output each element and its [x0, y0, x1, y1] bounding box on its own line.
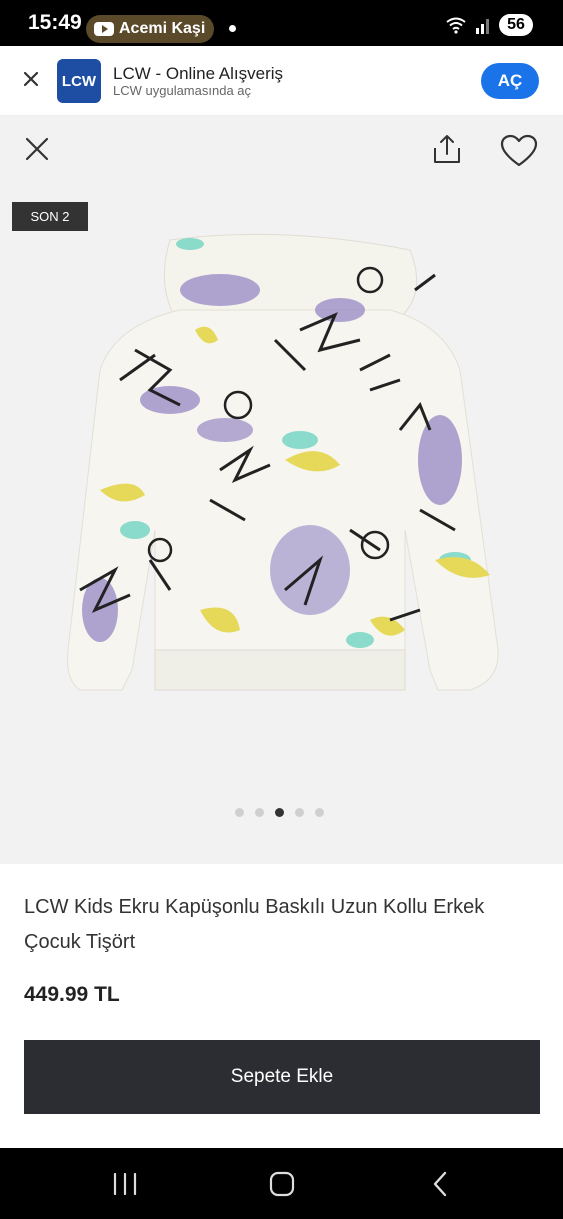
- notification-dot-icon: [229, 25, 236, 32]
- product-photo: [67, 233, 499, 691]
- youtube-icon: [94, 22, 114, 36]
- pagination-dot[interactable]: [295, 808, 304, 817]
- app-title: LCW - Online Alışveriş: [113, 64, 284, 83]
- gallery-pagination: [235, 808, 324, 817]
- pagination-dot[interactable]: [255, 808, 264, 817]
- add-to-cart-button[interactable]: Sepete Ekle: [24, 1040, 540, 1114]
- pagination-dot[interactable]: [315, 808, 324, 817]
- system-nav-bar: [0, 1148, 563, 1219]
- status-time: 15:49: [28, 11, 82, 34]
- close-icon[interactable]: [20, 68, 42, 90]
- recents-icon[interactable]: [105, 1168, 145, 1200]
- heart-icon[interactable]: [500, 134, 538, 168]
- app-subtitle: LCW uygulamasında aç: [113, 83, 252, 98]
- pagination-dot[interactable]: [235, 808, 244, 817]
- home-icon[interactable]: [262, 1168, 302, 1200]
- pagination-dot-active[interactable]: [275, 808, 284, 817]
- close-icon[interactable]: [24, 136, 50, 162]
- app-logo: LCW: [57, 59, 101, 103]
- product-title: LCW Kids Ekru Kapüşonlu Baskılı Uzun Kol…: [24, 896, 485, 953]
- back-icon[interactable]: [420, 1168, 460, 1200]
- app-open-banner: LCW LCW - Online Alışveriş LCW uygulamas…: [0, 46, 563, 116]
- share-icon[interactable]: [430, 132, 464, 166]
- media-notification-pill[interactable]: Acemi Kaşi: [86, 15, 214, 43]
- status-bar: 15:49 Acemi Kaşi 56: [0, 0, 563, 46]
- open-app-button[interactable]: AÇ: [481, 63, 539, 99]
- status-icons: 56: [445, 14, 533, 36]
- battery-icon: 56: [499, 14, 533, 36]
- notification-text: Acemi Kaşi: [119, 20, 206, 37]
- wifi-icon: [446, 17, 466, 34]
- product-price: 449.99 TL: [24, 983, 120, 1006]
- signal-icon: [476, 19, 489, 34]
- stock-badge: SON 2: [12, 202, 88, 231]
